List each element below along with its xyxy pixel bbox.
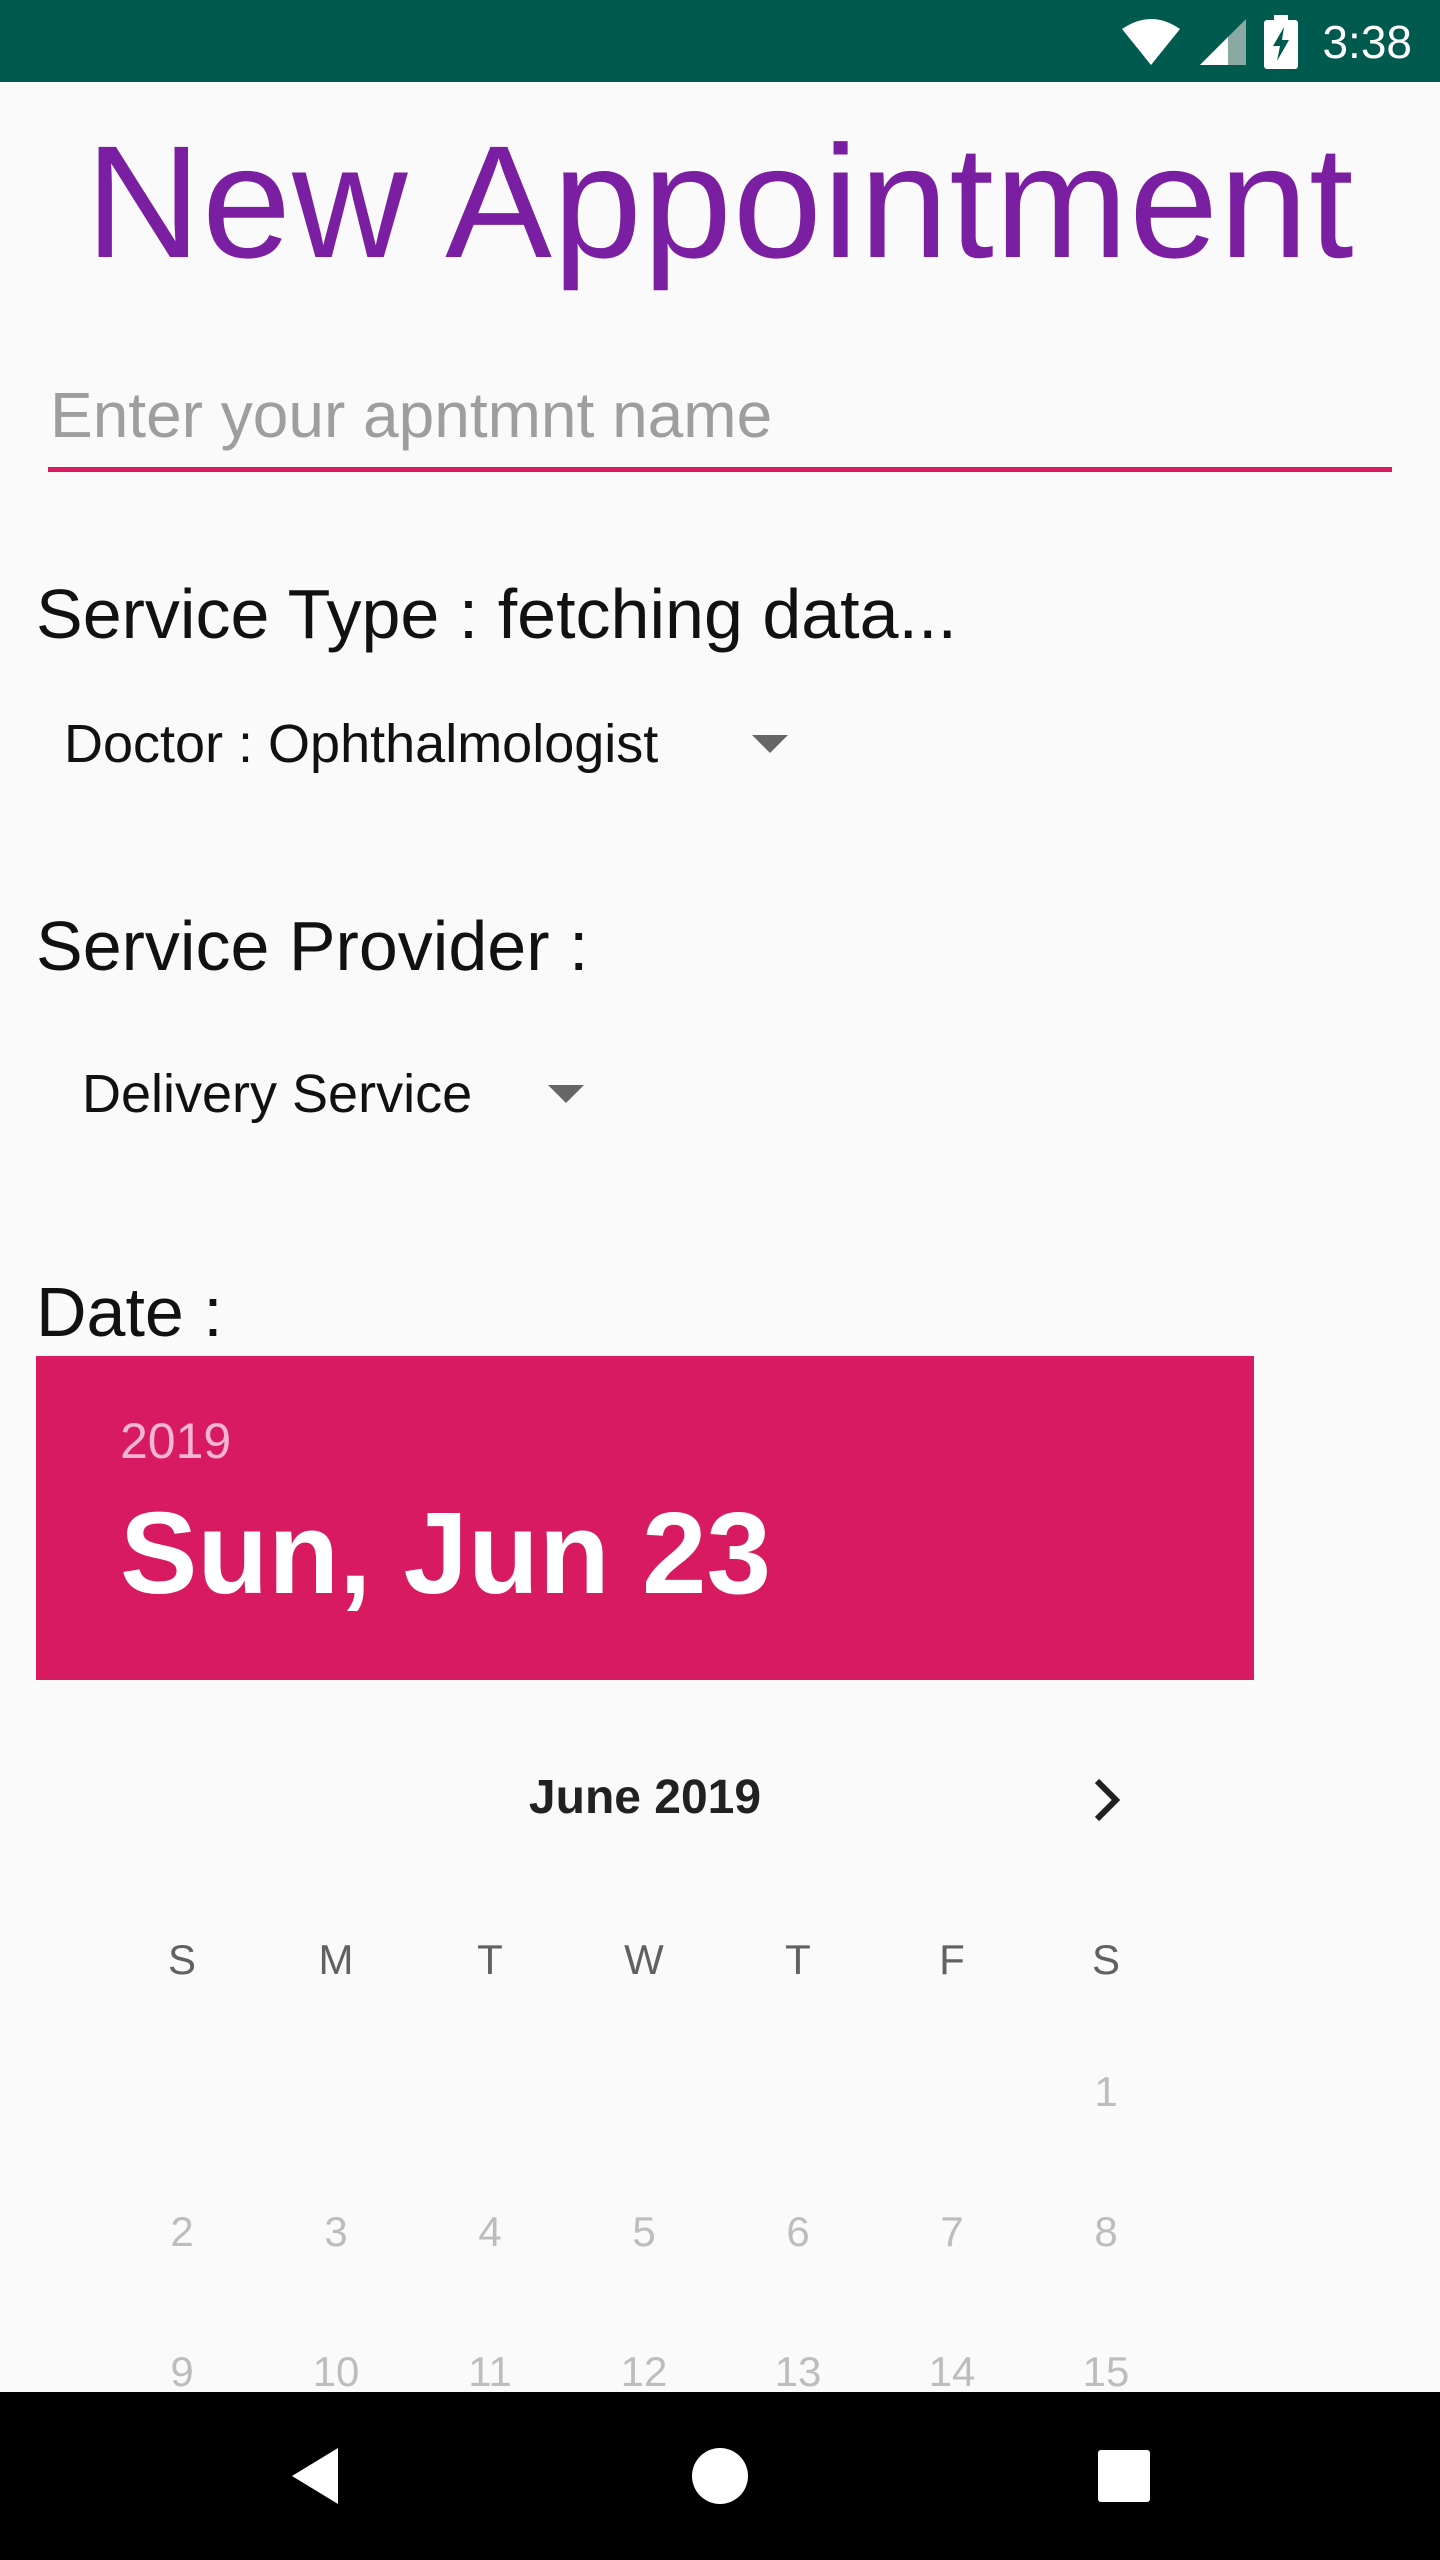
calendar-month-label: June 2019 [528, 1771, 762, 1824]
selected-date[interactable]: Sun, Jun 23 [120, 1486, 771, 1620]
calendar-day[interactable]: 13 [748, 2348, 848, 2396]
weekday-header: T [785, 1936, 811, 1983]
service-provider-spinner[interactable]: Delivery Service [82, 1044, 585, 1144]
next-month-button[interactable] [1080, 1768, 1134, 1832]
status-time: 3:38 [1322, 16, 1412, 68]
calendar-day[interactable]: 11 [440, 2348, 540, 2396]
navigation-bar [0, 2392, 1440, 2560]
recents-button[interactable] [1082, 2434, 1166, 2518]
selected-year[interactable]: 2019 [120, 1412, 231, 1470]
service-type-spinner[interactable]: Doctor : Ophthalmologist [64, 694, 789, 794]
weekday-header: S [167, 1936, 196, 1983]
service-type-selected: Doctor : Ophthalmologist [64, 714, 659, 774]
weekday-header: W [624, 1936, 664, 1983]
chevron-right-icon [1094, 1778, 1121, 1822]
weekday-header: S [1091, 1936, 1120, 1983]
service-provider-selected: Delivery Service [82, 1064, 473, 1124]
back-button[interactable] [274, 2434, 358, 2518]
calendar-day[interactable]: 14 [902, 2348, 1002, 2396]
recents-icon [1098, 2450, 1150, 2502]
dropdown-arrow-icon [548, 1085, 585, 1103]
calendar-day[interactable]: 9 [132, 2348, 232, 2396]
date-picker-header: 2019 Sun, Jun 23 [36, 1356, 1254, 1680]
wifi-icon [1122, 19, 1181, 65]
calendar-day[interactable]: 7 [902, 2208, 1002, 2256]
calendar-day[interactable]: 15 [1056, 2348, 1156, 2396]
battery-charging-icon [1264, 15, 1299, 69]
calendar-day[interactable]: 3 [286, 2208, 386, 2256]
calendar-day[interactable]: 12 [594, 2348, 694, 2396]
appointment-name-input[interactable] [48, 362, 1392, 472]
service-type-label: Service Type : fetching data... [36, 575, 957, 653]
cell-signal-icon [1200, 19, 1247, 65]
weekday-header: M [318, 1936, 354, 1983]
calendar-day[interactable]: 8 [1056, 2208, 1156, 2256]
appointment-screen: 3:38 New Appointment Service Type : fetc… [0, 0, 1440, 2560]
calendar-day[interactable]: 10 [286, 2348, 386, 2396]
calendar-day[interactable]: 1 [1056, 2068, 1156, 2116]
status-icons: 3:38 [1120, 12, 1412, 72]
service-provider-label: Service Provider : [36, 907, 589, 985]
calendar-day[interactable]: 2 [132, 2208, 232, 2256]
home-icon [692, 2448, 748, 2504]
date-label: Date : [36, 1273, 223, 1351]
back-icon [292, 2448, 338, 2504]
calendar-day[interactable]: 4 [440, 2208, 540, 2256]
calendar-day[interactable]: 6 [748, 2208, 848, 2256]
weekday-header: F [939, 1936, 965, 1983]
weekday-header: T [477, 1936, 503, 1983]
page-title: New Appointment [85, 112, 1355, 291]
status-bar: 3:38 [0, 0, 1440, 82]
home-button[interactable] [678, 2434, 762, 2518]
calendar-day[interactable]: 5 [594, 2208, 694, 2256]
dropdown-arrow-icon [752, 735, 789, 753]
